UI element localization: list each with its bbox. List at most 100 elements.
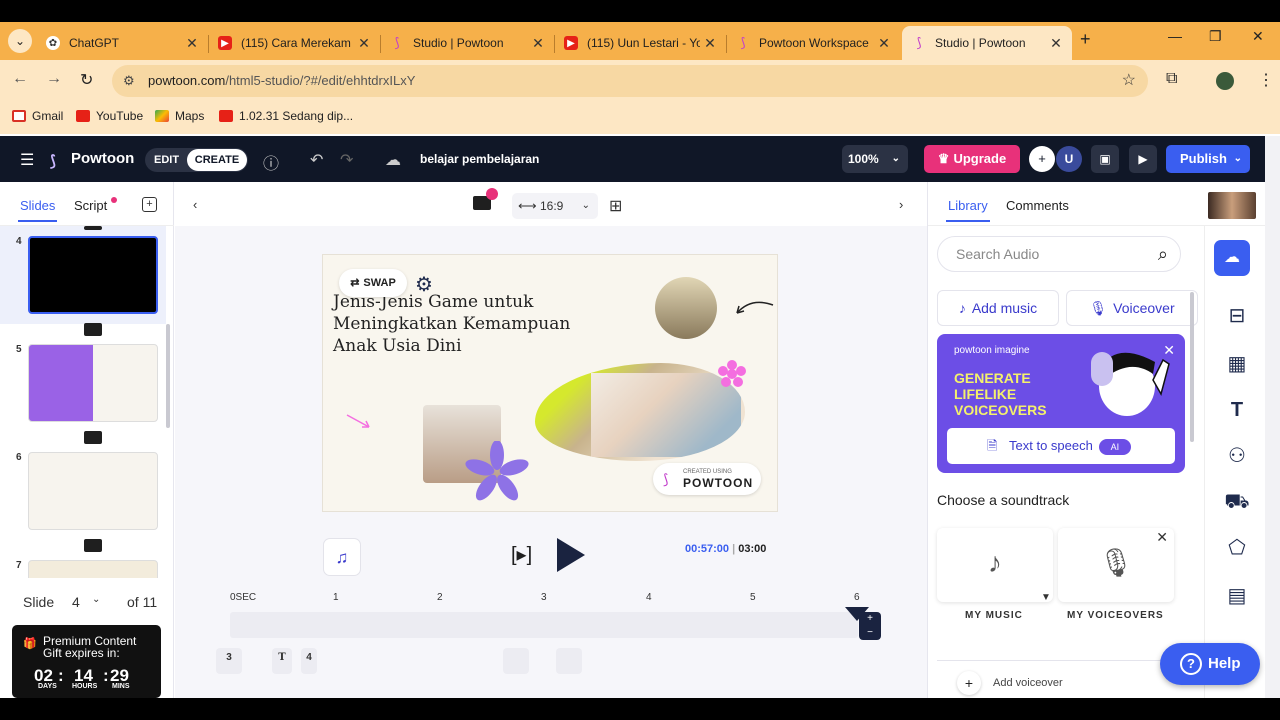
- transition-icon[interactable]: [84, 323, 102, 336]
- browser-tab-youtube-2[interactable]: ▶ (115) Uun Lestari - Yo ✕: [554, 26, 726, 60]
- search-icon[interactable]: ⌕: [1158, 237, 1168, 271]
- bookmark-maps[interactable]: Maps: [155, 109, 204, 123]
- slide-number-select[interactable]: 4: [72, 594, 80, 610]
- voiceover-button[interactable]: 🎙 Voiceover: [1066, 290, 1198, 326]
- project-name[interactable]: belajar pembelajaran: [420, 152, 539, 166]
- pattern-icon[interactable]: ▦: [1223, 350, 1251, 378]
- window-close-icon[interactable]: ✕: [1252, 28, 1264, 45]
- profile-avatar[interactable]: [1216, 72, 1234, 90]
- plus-icon[interactable]: +: [957, 671, 981, 695]
- create-mode-button[interactable]: CREATE: [187, 149, 247, 171]
- new-tab-icon[interactable]: +: [1080, 29, 1091, 50]
- layout-icon[interactable]: ⊟: [1223, 302, 1251, 330]
- timeline-chip[interactable]: 3: [216, 648, 242, 674]
- browser-tab-powtoon-studio[interactable]: ⟆ Studio | Powtoon ✕: [380, 26, 554, 60]
- bookmark-video[interactable]: 1.02.31 Sedang dip...: [219, 109, 353, 123]
- transition-icon[interactable]: [84, 226, 102, 230]
- close-icon[interactable]: ✕: [1156, 502, 1168, 572]
- slides-scrollbar[interactable]: [166, 324, 170, 428]
- chevron-down-icon[interactable]: ⌄: [92, 594, 100, 605]
- slide-title-text[interactable]: Jenis-Jenis Game untuk Meningkatkan Kema…: [333, 291, 593, 357]
- restore-icon[interactable]: ❐: [1209, 28, 1222, 45]
- timeline-text-chip[interactable]: T: [272, 648, 292, 674]
- props-icon[interactable]: ⛟: [1223, 488, 1251, 516]
- grid-icon[interactable]: ⊞: [609, 196, 622, 216]
- undo-icon[interactable]: ↶: [310, 150, 323, 170]
- preview-play-icon[interactable]: ▶: [1129, 145, 1157, 173]
- aspect-ratio-select[interactable]: ⟷ 16:9 ⌄: [512, 193, 598, 219]
- my-music-card[interactable]: ♪: [937, 528, 1053, 602]
- zoom-select[interactable]: 100% ⌄: [842, 145, 908, 173]
- text-icon[interactable]: T: [1223, 396, 1251, 424]
- gear-icon[interactable]: ⚙: [415, 272, 433, 297]
- close-icon[interactable]: ✕: [1163, 342, 1175, 359]
- browser-tab-active[interactable]: ⟆ Studio | Powtoon ✕: [902, 26, 1072, 60]
- bookmark-youtube[interactable]: YouTube: [76, 109, 143, 123]
- transition-icon[interactable]: [84, 539, 102, 552]
- timeline-zoom-buttons[interactable]: + −: [859, 612, 881, 640]
- forward-icon[interactable]: →: [46, 70, 62, 88]
- hamburger-menu-icon[interactable]: ☰: [20, 150, 34, 170]
- timeline-chip[interactable]: [503, 648, 529, 674]
- previous-slide-icon[interactable]: ‹: [193, 197, 197, 212]
- site-info-icon[interactable]: ⚙: [123, 65, 135, 97]
- close-icon[interactable]: ✕: [354, 35, 374, 52]
- library-scrollbar[interactable]: [1190, 292, 1194, 442]
- premium-gift-countdown[interactable]: 🎁 Premium Content Gift expires in: 02 : …: [12, 625, 161, 698]
- slide-canvas[interactable]: Jenis-Jenis Game untuk Meningkatkan Kema…: [323, 255, 777, 511]
- swap-button[interactable]: ⇄ SWAP: [339, 269, 407, 297]
- timeline-chip[interactable]: [556, 648, 582, 674]
- browser-tab-youtube-1[interactable]: ▶ (115) Cara Merekam Laya ✕: [208, 26, 380, 60]
- search-audio-input[interactable]: Search Audio ⌕: [937, 236, 1181, 272]
- close-icon[interactable]: ✕: [874, 35, 894, 52]
- tab-comments[interactable]: Comments: [1006, 198, 1069, 213]
- next-slide-icon[interactable]: ›: [899, 197, 903, 212]
- bookmark-gmail[interactable]: Gmail: [12, 109, 63, 123]
- play-icon[interactable]: [557, 538, 585, 572]
- edit-mode-button[interactable]: EDIT: [154, 154, 179, 166]
- play-slide-icon[interactable]: [▸]: [511, 542, 532, 567]
- url-input[interactable]: ⚙ powtoon.com/html5-studio/?#/edit/ehhtd…: [112, 65, 1148, 97]
- slide-thumbnail-4[interactable]: [28, 236, 158, 314]
- bookmark-star-icon[interactable]: ☆: [1122, 65, 1136, 97]
- media-icon[interactable]: ▤: [1223, 582, 1251, 610]
- tab-search-icon[interactable]: ⌄: [8, 29, 32, 53]
- user-avatar[interactable]: U: [1056, 146, 1082, 172]
- reload-icon[interactable]: ↻: [80, 70, 93, 90]
- minimize-icon[interactable]: —: [1168, 28, 1182, 44]
- close-icon[interactable]: ✕: [1046, 35, 1066, 52]
- transition-icon[interactable]: [84, 431, 102, 444]
- children-photo-blob[interactable]: [535, 363, 745, 461]
- add-slide-icon[interactable]: +: [142, 197, 157, 212]
- close-icon[interactable]: ✕: [182, 35, 202, 52]
- add-music-button[interactable]: ♪ Add music: [937, 290, 1059, 326]
- help-button[interactable]: ? Help: [1160, 643, 1260, 685]
- browser-menu-icon[interactable]: ⋮: [1258, 70, 1274, 90]
- present-icon[interactable]: ▣: [1091, 145, 1119, 173]
- upgrade-button[interactable]: ♛ Upgrade: [924, 145, 1020, 173]
- photo-circle-image[interactable]: [655, 277, 717, 339]
- created-using-powtoon-badge[interactable]: ⟆ CREATED USING POWTOON: [653, 463, 761, 495]
- redo-icon[interactable]: ↷: [340, 150, 353, 170]
- back-icon[interactable]: ←: [12, 70, 28, 88]
- slide-thumbnail-6[interactable]: [28, 452, 158, 530]
- upload-cloud-icon[interactable]: ☁: [1214, 240, 1250, 276]
- page-scrollbar[interactable]: [1265, 136, 1280, 698]
- browser-tab-chatgpt[interactable]: ✿ ChatGPT ✕: [36, 26, 208, 60]
- add-collaborator-icon[interactable]: +: [1029, 146, 1055, 172]
- add-voiceover-row[interactable]: + Add voiceover: [937, 660, 1181, 700]
- browser-tab-powtoon-workspace[interactable]: ⟆ Powtoon Workspace ✕: [726, 26, 900, 60]
- help-circle-icon[interactable]: ⓘ: [263, 150, 279, 174]
- extensions-icon[interactable]: ⧉: [1166, 70, 1177, 88]
- tab-library[interactable]: Library: [946, 198, 990, 222]
- voiceover-promo-banner[interactable]: powtoon imagine GENERATE LIFELIKE VOICEO…: [937, 334, 1185, 473]
- powtoon-logo[interactable]: ⟆ Powtoon: [50, 150, 134, 170]
- shapes-icon[interactable]: ⬠: [1223, 534, 1251, 562]
- slide-thumbnail-7[interactable]: [28, 560, 158, 578]
- characters-icon[interactable]: ⚇: [1223, 442, 1251, 470]
- timeline-track[interactable]: [230, 612, 858, 638]
- timeline-chip[interactable]: 4: [301, 648, 317, 674]
- tab-script[interactable]: Script: [74, 198, 107, 213]
- publish-button[interactable]: Publish ⌄: [1166, 145, 1250, 173]
- close-icon[interactable]: ✕: [700, 35, 720, 52]
